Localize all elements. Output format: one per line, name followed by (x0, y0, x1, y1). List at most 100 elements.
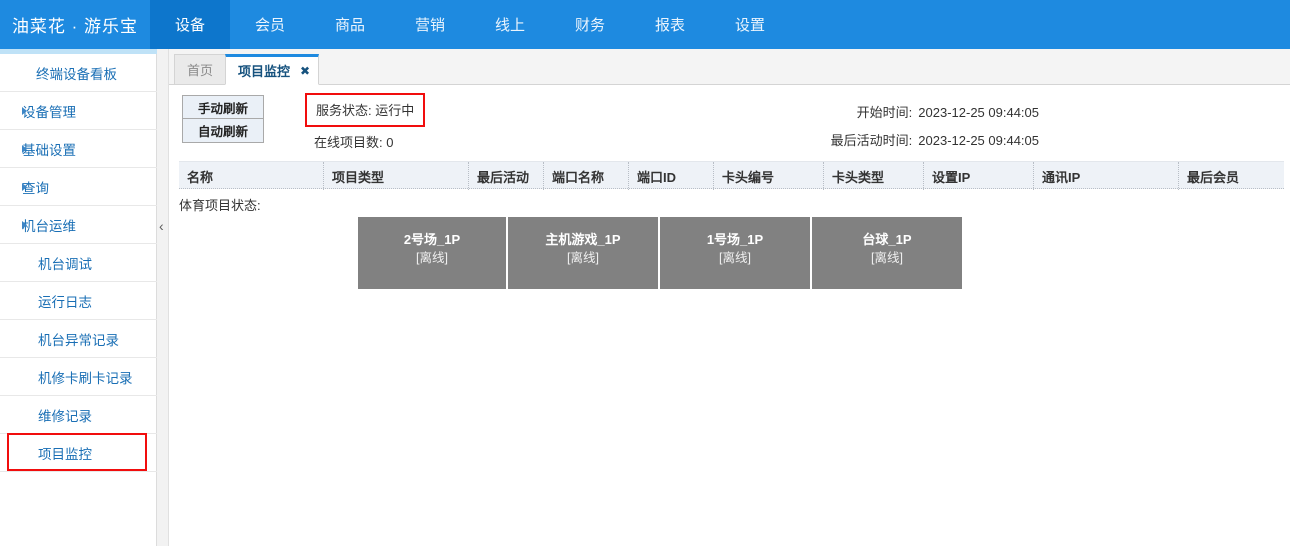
card-name: 主机游戏_1P (545, 232, 621, 247)
tab-strip: 首页 项目监控 ✖ (169, 49, 1290, 85)
page-body: 终端设备看板设备管理基础设置查询 机台运维机台调试运行日志机台异常记录机修卡刷卡记… (0, 49, 1290, 546)
table-header-cell-4[interactable]: 端口ID (629, 162, 714, 190)
table-header-label: 端口名称 (552, 169, 605, 185)
service-status-label: 服务状态: (316, 103, 372, 118)
project-status-card[interactable]: 1号场_1P [离线] (660, 217, 812, 289)
sidebar-item-5[interactable]: 机台调试 (0, 244, 157, 282)
table-header-label: 最后会员 (1187, 169, 1240, 185)
card-name: 1号场_1P (706, 232, 764, 247)
caret-right-icon (22, 106, 27, 115)
service-status-value: 运行中 (375, 103, 415, 118)
last-active-time-row: 最后活动时间: 2023-12-25 09:44:05 (619, 127, 1039, 155)
sidebar-item-0[interactable]: 终端设备看板 (0, 54, 157, 92)
project-status-card[interactable]: 2号场_1P [离线] (358, 217, 508, 289)
table-header-label: 最后活动 (477, 169, 530, 185)
online-count-value: 0 (386, 135, 394, 150)
top-nav-items: 设备 会员 商品 营销 线上 财务 报表 设置 (150, 0, 790, 49)
online-project-count: 在线项目数: 0 (305, 132, 425, 151)
top-nav-item-7[interactable]: 设置 (710, 0, 790, 49)
table-header-cell-8[interactable]: 通讯IP (1034, 162, 1179, 190)
top-navigation-bar: 油菜花 · 游乐宝 设备 会员 商品 营销 线上 财务 报表 设置 (0, 0, 1290, 49)
table-header-label: 端口ID (637, 169, 677, 185)
table-header-cell-3[interactable]: 端口名称 (544, 162, 629, 190)
table-header-cell-7[interactable]: 设置IP (924, 162, 1034, 190)
sidebar-item-4[interactable]: 机台运维 (0, 206, 157, 244)
tab-project-monitor[interactable]: 项目监控 ✖ (225, 54, 320, 85)
sidebar-item-label: 机台调试 (38, 256, 92, 272)
sidebar-item-1[interactable]: 设备管理 (0, 92, 157, 130)
table-header-cell-5[interactable]: 卡头编号 (714, 162, 824, 190)
sidebar-collapse-handle[interactable]: ‹ (157, 49, 169, 546)
table-header-cell-9[interactable]: 最后会员 (1179, 162, 1284, 190)
tab-project-monitor-label: 项目监控 (238, 64, 291, 79)
app-brand-logo: 油菜花 · 游乐宝 (11, 17, 139, 36)
time-info-block: 开始时间: 2023-12-25 09:44:05 最后活动时间: 2023-1… (619, 99, 1039, 155)
last-active-label: 最后活动时间: (830, 133, 913, 148)
table-header-label: 卡头类型 (832, 169, 885, 185)
caret-right-icon (22, 144, 27, 153)
top-nav-item-2[interactable]: 商品 (310, 0, 390, 49)
table-header-cell-1[interactable]: 项目类型 (324, 162, 469, 190)
section-title: 体育项目状态: (179, 198, 261, 213)
sidebar-item-7[interactable]: 机台异常记录 (0, 320, 157, 358)
project-status-card[interactable]: 台球_1P [离线] (812, 217, 962, 289)
top-nav-item-label: 报表 (654, 17, 685, 34)
table-header-cell-0[interactable]: 名称 (179, 162, 324, 190)
auto-refresh-button[interactable]: 自动刷新 (182, 119, 264, 143)
project-status-card-list: 2号场_1P [离线] 主机游戏_1P [离线] 1号场_1P [离线] 台球_1P [离线] (358, 217, 962, 289)
sidebar-menu-list: 终端设备看板设备管理基础设置查询 机台运维机台调试运行日志机台异常记录机修卡刷卡记… (0, 54, 157, 472)
top-nav-item-6[interactable]: 报表 (630, 0, 710, 49)
top-nav-item-0[interactable]: 设备 (150, 0, 230, 49)
table-header-label: 卡头编号 (722, 169, 775, 185)
top-nav-item-3[interactable]: 营销 (390, 0, 470, 49)
card-state: [离线] (416, 251, 448, 265)
sidebar-item-3[interactable]: 查询 (0, 168, 157, 206)
sidebar-item-8[interactable]: 机修卡刷卡记录 (0, 358, 157, 396)
start-time-value: 2023-12-25 09:44:05 (918, 105, 1039, 120)
table-header-label: 项目类型 (332, 169, 385, 185)
top-nav-item-label: 财务 (574, 17, 605, 34)
table-header-cell-6[interactable]: 卡头类型 (824, 162, 924, 190)
top-nav-item-label: 设置 (734, 17, 765, 34)
start-time-label: 开始时间: (856, 105, 913, 120)
tab-home[interactable]: 首页 (174, 54, 227, 85)
sidebar-item-9[interactable]: 维修记录 (0, 396, 157, 434)
top-nav-item-label: 设备 (174, 17, 205, 34)
refresh-button-group: 手动刷新 自动刷新 (182, 95, 264, 143)
table-header-label: 通讯IP (1042, 169, 1081, 185)
manual-refresh-button[interactable]: 手动刷新 (182, 95, 264, 119)
data-table-header: 名称 项目类型 最后活动 端口名称 端口ID 卡头编号 卡头类型 设置IP 通讯IP 最后会员 (179, 161, 1284, 190)
sidebar-item-label: 运行日志 (38, 294, 92, 310)
card-state: [离线] (719, 251, 751, 265)
card-state: [离线] (567, 251, 599, 265)
table-header-cell-2[interactable]: 最后活动 (469, 162, 544, 190)
top-nav-item-1[interactable]: 会员 (230, 0, 310, 49)
project-status-card[interactable]: 主机游戏_1P [离线] (508, 217, 660, 289)
online-count-label: 在线项目数: (314, 135, 383, 150)
toolbar: 手动刷新 自动刷新 服务状态: 运行中 在线项目数: 0 开始时间: 2023-… (169, 85, 1290, 157)
sidebar-item-label: 设备管理 (22, 104, 76, 120)
caret-right-icon (22, 182, 27, 191)
last-active-value: 2023-12-25 09:44:05 (918, 133, 1039, 148)
tab-home-label: 首页 (187, 63, 214, 78)
card-state: [离线] (871, 251, 903, 265)
sidebar-item-10[interactable]: 项目监控 (0, 433, 157, 472)
sidebar-item-6[interactable]: 运行日志 (0, 282, 157, 320)
top-nav-item-label: 商品 (334, 17, 365, 34)
main-content-area: 首页 项目监控 ✖ 手动刷新 自动刷新 服务状态: 运行中 在线项目数: 0 开… (169, 49, 1290, 546)
sidebar-item-label: 维修记录 (38, 408, 92, 424)
card-name: 2号场_1P (403, 232, 461, 247)
sidebar-item-2[interactable]: 基础设置 (0, 130, 157, 168)
start-time-row: 开始时间: 2023-12-25 09:44:05 (619, 99, 1039, 127)
top-nav-item-label: 会员 (254, 17, 285, 34)
sidebar-item-label: 终端设备看板 (36, 66, 117, 82)
caret-right-icon (22, 220, 27, 229)
chevron-left-icon: ‹ (159, 218, 164, 234)
sidebar-item-label: 机修卡刷卡记录 (38, 370, 133, 386)
close-icon[interactable]: ✖ (300, 64, 310, 78)
top-nav-item-label: 线上 (494, 17, 525, 34)
top-nav-item-5[interactable]: 财务 (550, 0, 630, 49)
card-name: 台球_1P (862, 232, 912, 247)
sidebar-item-label: 基础设置 (22, 142, 76, 158)
top-nav-item-4[interactable]: 线上 (470, 0, 550, 49)
